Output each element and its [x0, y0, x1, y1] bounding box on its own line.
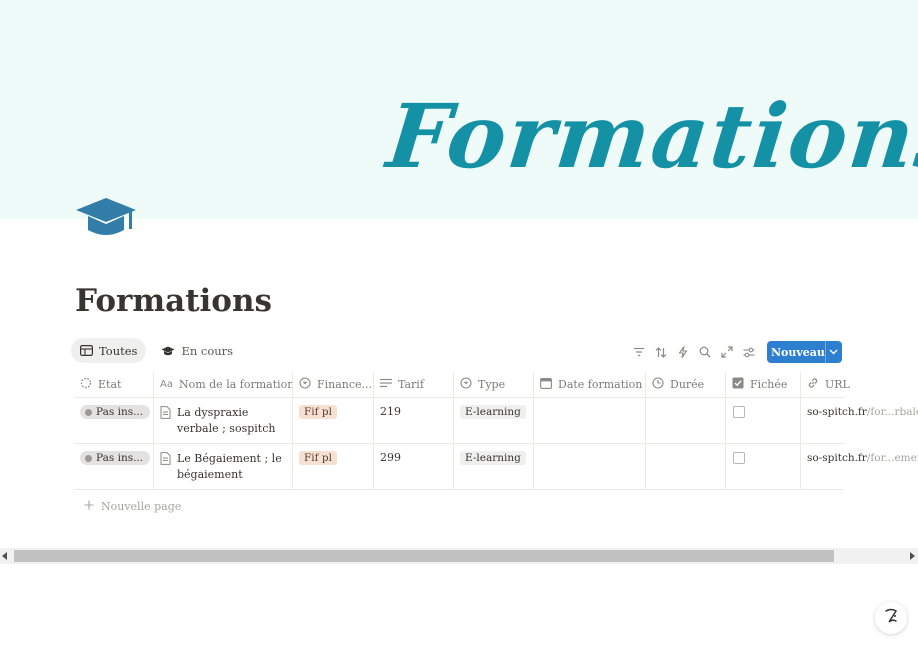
formation-name[interactable]: La dyspraxie verbale ; sospitch: [177, 405, 286, 437]
database-toolbar: Nouveau: [628, 341, 842, 363]
duree-cell[interactable]: [646, 398, 726, 443]
filter-icon[interactable]: [628, 342, 650, 362]
tab-label: En cours: [181, 343, 234, 358]
fichee-checkbox[interactable]: [733, 406, 745, 418]
horizontal-scrollbar[interactable]: [0, 548, 918, 564]
formation-name[interactable]: Le Bégaiement ; le bégaiement: [177, 451, 286, 483]
scrollbar-thumb[interactable]: [14, 550, 834, 562]
column-header-url[interactable]: URL: [801, 372, 850, 397]
chevron-down-icon[interactable]: [826, 349, 842, 355]
url-link[interactable]: so-spitch.fr/for...ement: [807, 452, 918, 464]
table-header: Etat Aa Nom de la formation Finance... T…: [74, 372, 850, 398]
checkbox-icon: [732, 377, 744, 392]
sort-icon[interactable]: [650, 342, 672, 362]
type-cell[interactable]: E-learning: [454, 444, 534, 489]
name-cell[interactable]: Le Bégaiement ; le bégaiement: [154, 444, 293, 489]
scroll-left-arrow-icon[interactable]: [2, 552, 7, 560]
tab-toutes[interactable]: Toutes: [71, 338, 147, 363]
link-icon: [807, 377, 819, 392]
status-cell[interactable]: Pas ins...: [74, 398, 154, 443]
page-icon: [160, 406, 171, 437]
fichee-cell[interactable]: [726, 398, 801, 443]
scroll-right-arrow-icon[interactable]: [910, 552, 915, 560]
date-cell[interactable]: [534, 444, 646, 489]
new-page-button[interactable]: Nouvelle page: [84, 500, 181, 513]
type-tag: E-learning: [460, 405, 526, 419]
expand-icon[interactable]: [716, 342, 738, 362]
clock-icon: [652, 377, 664, 392]
calendar-icon: [540, 377, 552, 392]
url-cell[interactable]: so-spitch.fr/for...rbale/: [801, 398, 918, 443]
status-badge: Pas ins...: [80, 451, 151, 465]
help-button[interactable]: [875, 602, 907, 634]
status-badge: Pas ins...: [80, 405, 151, 419]
page-cover[interactable]: Formations: [0, 0, 918, 219]
column-header-type[interactable]: Type: [454, 372, 534, 397]
search-icon[interactable]: [694, 342, 716, 362]
column-header-duree[interactable]: Durée: [646, 372, 726, 397]
fichee-cell[interactable]: [726, 444, 801, 489]
select-icon: [460, 377, 472, 392]
column-header-tarif[interactable]: Tarif: [374, 372, 454, 397]
tab-en-cours[interactable]: En cours: [152, 338, 242, 363]
new-button-label: Nouveau: [771, 345, 825, 359]
status-cell[interactable]: Pas ins...: [74, 444, 154, 489]
name-cell[interactable]: La dyspraxie verbale ; sospitch: [154, 398, 293, 443]
page-title[interactable]: Formations: [75, 283, 272, 319]
select-icon: [299, 377, 311, 392]
help-icon: [882, 607, 900, 629]
financement-cell[interactable]: Fif pl: [293, 444, 374, 489]
column-header-date[interactable]: Date formation: [534, 372, 646, 397]
financement-tag: Fif pl: [299, 451, 337, 465]
financement-tag: Fif pl: [299, 405, 337, 419]
text-lines-icon: [380, 378, 392, 391]
column-header-fichee[interactable]: Fichée: [726, 372, 801, 397]
url-link[interactable]: so-spitch.fr/for...rbale/: [807, 406, 918, 418]
date-cell[interactable]: [534, 398, 646, 443]
text-property-icon: Aa: [160, 379, 173, 390]
table-row[interactable]: Pas ins... La dyspraxie verbale ; sospit…: [74, 398, 918, 444]
database-table: Etat Aa Nom de la formation Finance... T…: [74, 372, 918, 490]
cover-lettering: Formations: [382, 84, 918, 188]
table-row[interactable]: Pas ins... Le Bégaiement ; le bégaiement…: [74, 444, 918, 490]
fichee-checkbox[interactable]: [733, 452, 745, 464]
settings-icon[interactable]: [738, 342, 760, 362]
automation-icon[interactable]: [672, 342, 694, 362]
graduation-cap-icon: [161, 345, 175, 357]
type-cell[interactable]: E-learning: [454, 398, 534, 443]
table-icon: [80, 345, 93, 356]
view-tabs: Toutes En cours: [71, 338, 242, 363]
column-header-financement[interactable]: Finance...: [293, 372, 374, 397]
plus-icon: [84, 500, 94, 513]
duree-cell[interactable]: [646, 444, 726, 489]
tab-label: Toutes: [99, 343, 138, 358]
url-cell[interactable]: so-spitch.fr/for...ement: [801, 444, 918, 489]
tarif-cell[interactable]: 219: [374, 398, 454, 443]
column-header-etat[interactable]: Etat: [74, 372, 154, 397]
new-button[interactable]: Nouveau: [767, 341, 842, 363]
tarif-cell[interactable]: 299: [374, 444, 454, 489]
new-page-label: Nouvelle page: [101, 500, 182, 513]
column-header-nom[interactable]: Aa Nom de la formation: [154, 372, 293, 397]
type-tag: E-learning: [460, 451, 526, 465]
status-icon: [80, 377, 92, 392]
graduation-cap-icon[interactable]: [74, 190, 138, 242]
page-icon: [160, 452, 171, 483]
financement-cell[interactable]: Fif pl: [293, 398, 374, 443]
